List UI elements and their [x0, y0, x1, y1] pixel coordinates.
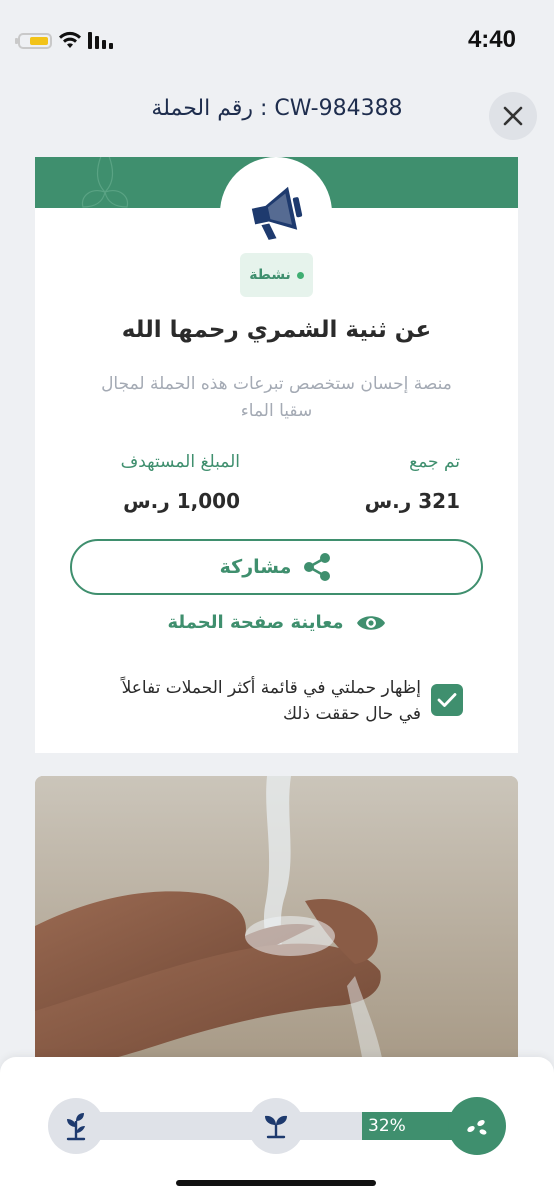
close-icon — [503, 106, 523, 126]
eye-icon — [356, 615, 385, 630]
target-label: المبلغ المستهدف — [120, 452, 240, 472]
status-time: 4:40 — [467, 26, 516, 53]
progress-sheet: 32% — [0, 1057, 554, 1200]
progress-percent: 32% — [368, 1116, 406, 1136]
share-button-label: مشاركة — [219, 556, 292, 578]
milestone-current — [448, 1097, 506, 1155]
close-button[interactable] — [489, 92, 537, 140]
collected-value: 321 ر.س — [364, 489, 460, 513]
status-badge-label: نشطة — [249, 267, 291, 283]
milestone-middle — [248, 1098, 304, 1154]
seeds-icon — [467, 1119, 487, 1135]
status-dot — [296, 271, 304, 279]
share-button[interactable]: مشاركة — [70, 539, 483, 595]
target-value: 1,000 ر.س — [123, 489, 240, 513]
wifi-icon — [59, 31, 81, 48]
campaign-card: نشطة عن ثنية الشمري رحمها الله منصة إحسا… — [35, 157, 518, 753]
preview-link-label: معاينة صفحة الحملة — [167, 612, 344, 633]
share-icon — [304, 553, 331, 581]
top-campaigns-checkbox[interactable] — [431, 684, 463, 716]
preview-campaign-link[interactable]: معاينة صفحة الحملة — [35, 612, 518, 633]
collected-label: تم جمع — [409, 452, 460, 472]
campaign-title: عن ثنية الشمري رحمها الله — [121, 317, 432, 343]
milestone-start — [48, 1098, 104, 1154]
status-badge: نشطة — [240, 253, 313, 297]
home-indicator[interactable] — [176, 1180, 376, 1186]
campaign-description: منصة إحسان ستخصص تبرعات هذه الحملة لمجال… — [101, 374, 452, 421]
battery-icon — [15, 33, 52, 49]
megaphone-icon — [251, 186, 303, 240]
campaign-progress: 32% — [48, 1097, 506, 1155]
campaign-photo — [35, 776, 518, 1076]
seedling-icon — [265, 1115, 287, 1139]
check-icon — [437, 693, 457, 707]
status-bar: 4:40 — [0, 0, 554, 80]
signal-icon — [88, 32, 113, 49]
page-title: رقم الحملة : CW-984388 — [151, 96, 403, 121]
sprout-icon — [66, 1113, 86, 1141]
top-campaigns-label: إظهار حملتي في قائمة أكثر الحملات تفاعلا… — [121, 678, 421, 724]
hands-water-image — [35, 776, 518, 1076]
leaf-pattern-icon — [81, 157, 129, 208]
